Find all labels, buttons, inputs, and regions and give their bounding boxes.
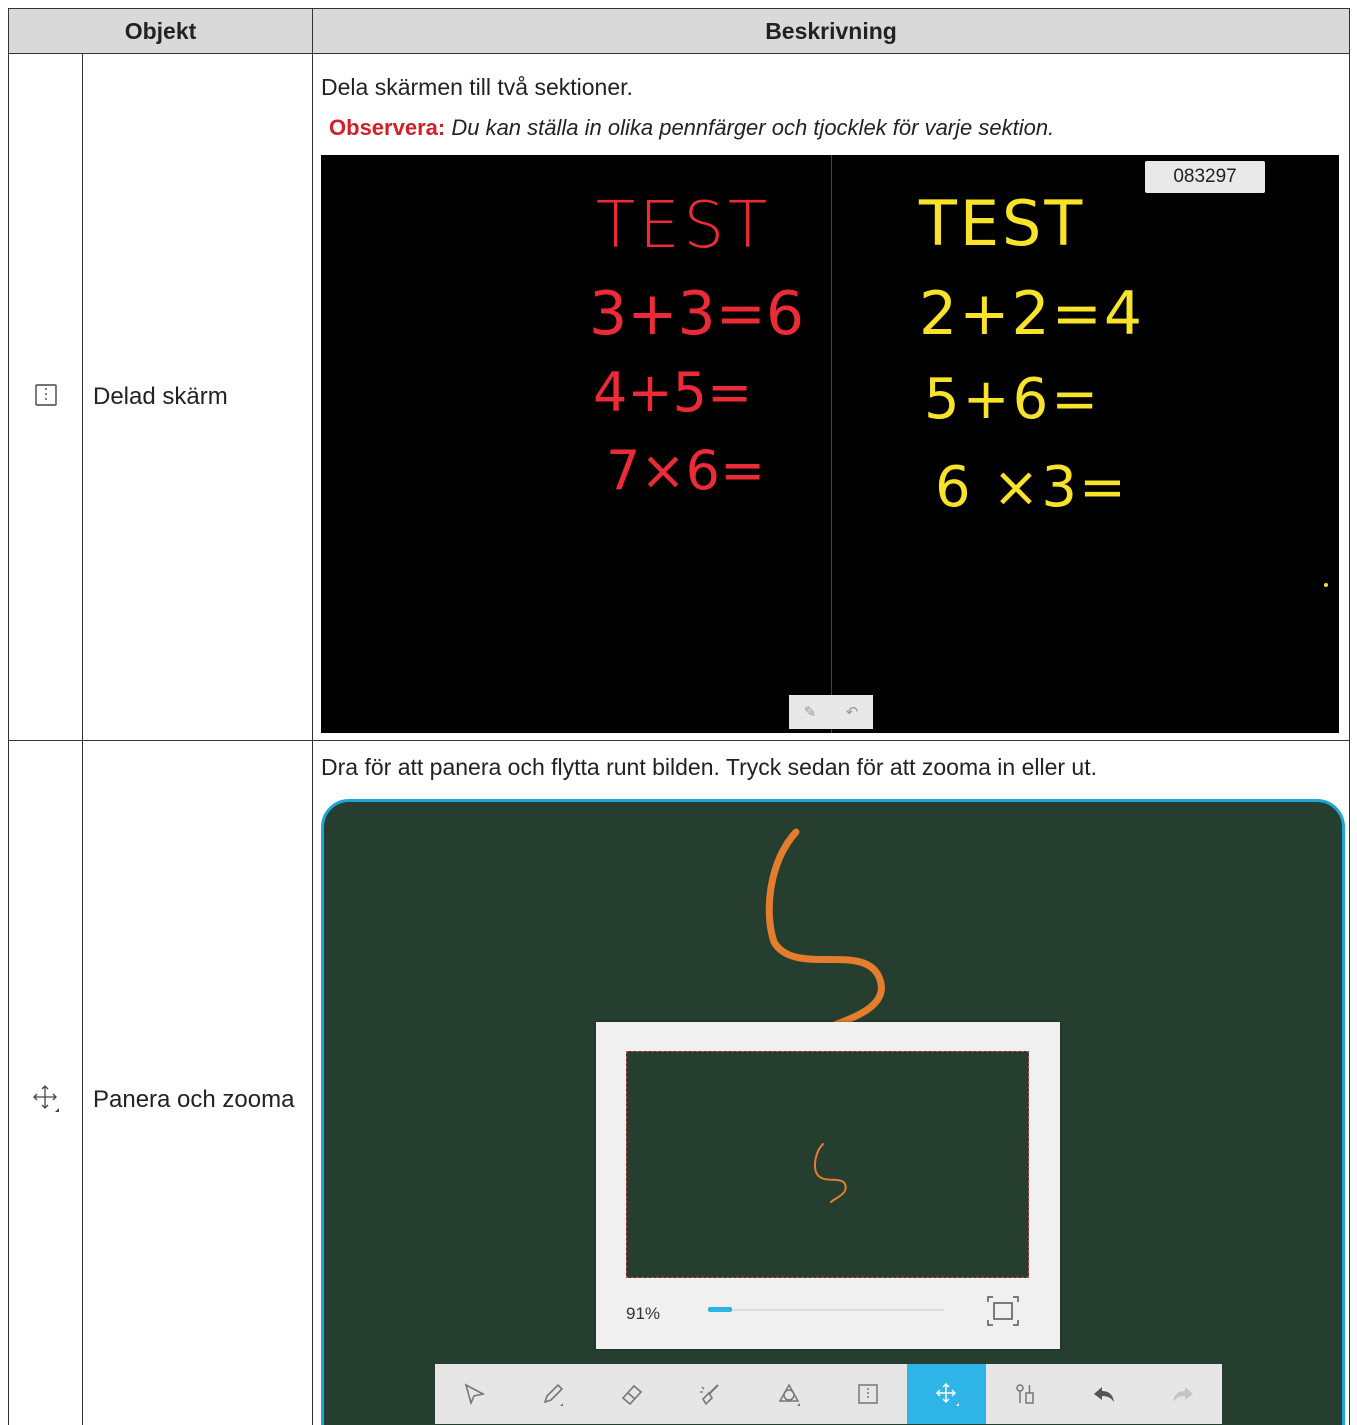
split-screen-icon — [34, 383, 57, 406]
pen-dot — [1324, 583, 1329, 587]
zoom-percentage: 91% — [626, 1304, 661, 1323]
handwriting-right-line: 5+6= — [924, 367, 1102, 432]
eraser-icon — [621, 1384, 642, 1406]
pan-zoom-tool-button[interactable] — [907, 1364, 986, 1424]
feature-table: Objekt Beskrivning Delad skärm Dela skär… — [7, 8, 1351, 1425]
undo-button[interactable] — [1065, 1364, 1144, 1424]
session-code: 083297 — [1145, 161, 1266, 193]
shape-tool-button[interactable] — [750, 1364, 829, 1424]
handwriting-right-line: TEST — [919, 187, 1086, 260]
zoom-slider-handle[interactable] — [708, 1307, 733, 1312]
row-description: Dela skärmen till två sektioner. — [321, 74, 633, 100]
pan-zoom-screenshot: 91% — [321, 799, 1346, 1425]
handwriting-right-line: 2+2=4 — [919, 279, 1145, 349]
pen-icon — [543, 1383, 564, 1406]
undo-icon[interactable]: ↶ — [846, 703, 859, 721]
zoom-panel: 91% — [596, 1022, 1061, 1349]
table-header-row: Objekt Beskrivning — [7, 8, 1351, 54]
row-description-cell: Dra för att panera och flytta runt bilde… — [312, 740, 1351, 1425]
zoom-viewport[interactable] — [626, 1051, 1030, 1278]
tools-icon — [1016, 1384, 1035, 1404]
whiteboard-toolbar — [435, 1364, 1223, 1424]
eraser-tool-button[interactable] — [592, 1364, 671, 1424]
row-icon-cell — [8, 53, 83, 741]
note-text: Du kan ställa in olika pennfärger och tj… — [451, 115, 1055, 140]
row-icon-cell — [8, 740, 83, 1425]
fit-screen-icon[interactable] — [986, 1295, 1020, 1327]
row-name: Panera och zooma — [81, 740, 314, 1425]
select-tool-button[interactable] — [435, 1364, 514, 1424]
table-row: Delad skärm Dela skärmen till två sektio… — [8, 53, 1351, 741]
orange-stroke-thumbnail — [814, 1143, 847, 1203]
table-row: Panera och zooma Dra för att panera och … — [8, 740, 1351, 1425]
handwriting-left-line: 7×6= — [606, 439, 766, 502]
split-screen-screenshot: 083297 TEST 3+3=6 4+5= 7×6= TEST 2+2=4 5… — [321, 155, 1340, 733]
handwriting-left-line: TEST — [596, 189, 772, 263]
tools-button[interactable] — [986, 1364, 1065, 1424]
pen-icon[interactable]: ✎ — [804, 703, 817, 721]
column-header-description: Beskrivning — [312, 8, 1351, 54]
shape-icon — [778, 1383, 801, 1406]
row-name: Delad skärm — [81, 53, 314, 741]
mini-toolbar: ✎ ↶ — [789, 695, 874, 729]
zoom-slider-track[interactable] — [708, 1309, 945, 1311]
select-icon — [465, 1383, 486, 1406]
row-description: Dra för att panera och flytta runt bilde… — [321, 754, 1098, 780]
handwriting-left-line: 3+3=6 — [589, 279, 805, 349]
note-label: Observera: — [329, 115, 446, 140]
handwriting-right-line: 6 ×3= — [935, 455, 1128, 520]
split-divider — [831, 155, 833, 733]
redo-icon — [1172, 1387, 1193, 1402]
pan-zoom-icon — [935, 1382, 959, 1406]
clear-tool-button[interactable] — [671, 1364, 750, 1424]
pan-zoom-icon — [32, 1084, 59, 1112]
split-screen-tool-button[interactable] — [829, 1364, 908, 1424]
pen-tool-button[interactable] — [514, 1364, 593, 1424]
split-screen-icon — [858, 1384, 878, 1404]
undo-icon — [1093, 1387, 1114, 1402]
handwriting-left-line: 4+5= — [593, 361, 753, 424]
clear-icon — [700, 1384, 720, 1406]
column-header-object: Objekt — [7, 8, 314, 54]
note: Observera: Du kan ställa in olika pennfä… — [321, 115, 1343, 141]
redo-button[interactable] — [1143, 1364, 1222, 1424]
row-description-cell: Dela skärmen till två sektioner. Observe… — [312, 53, 1351, 741]
